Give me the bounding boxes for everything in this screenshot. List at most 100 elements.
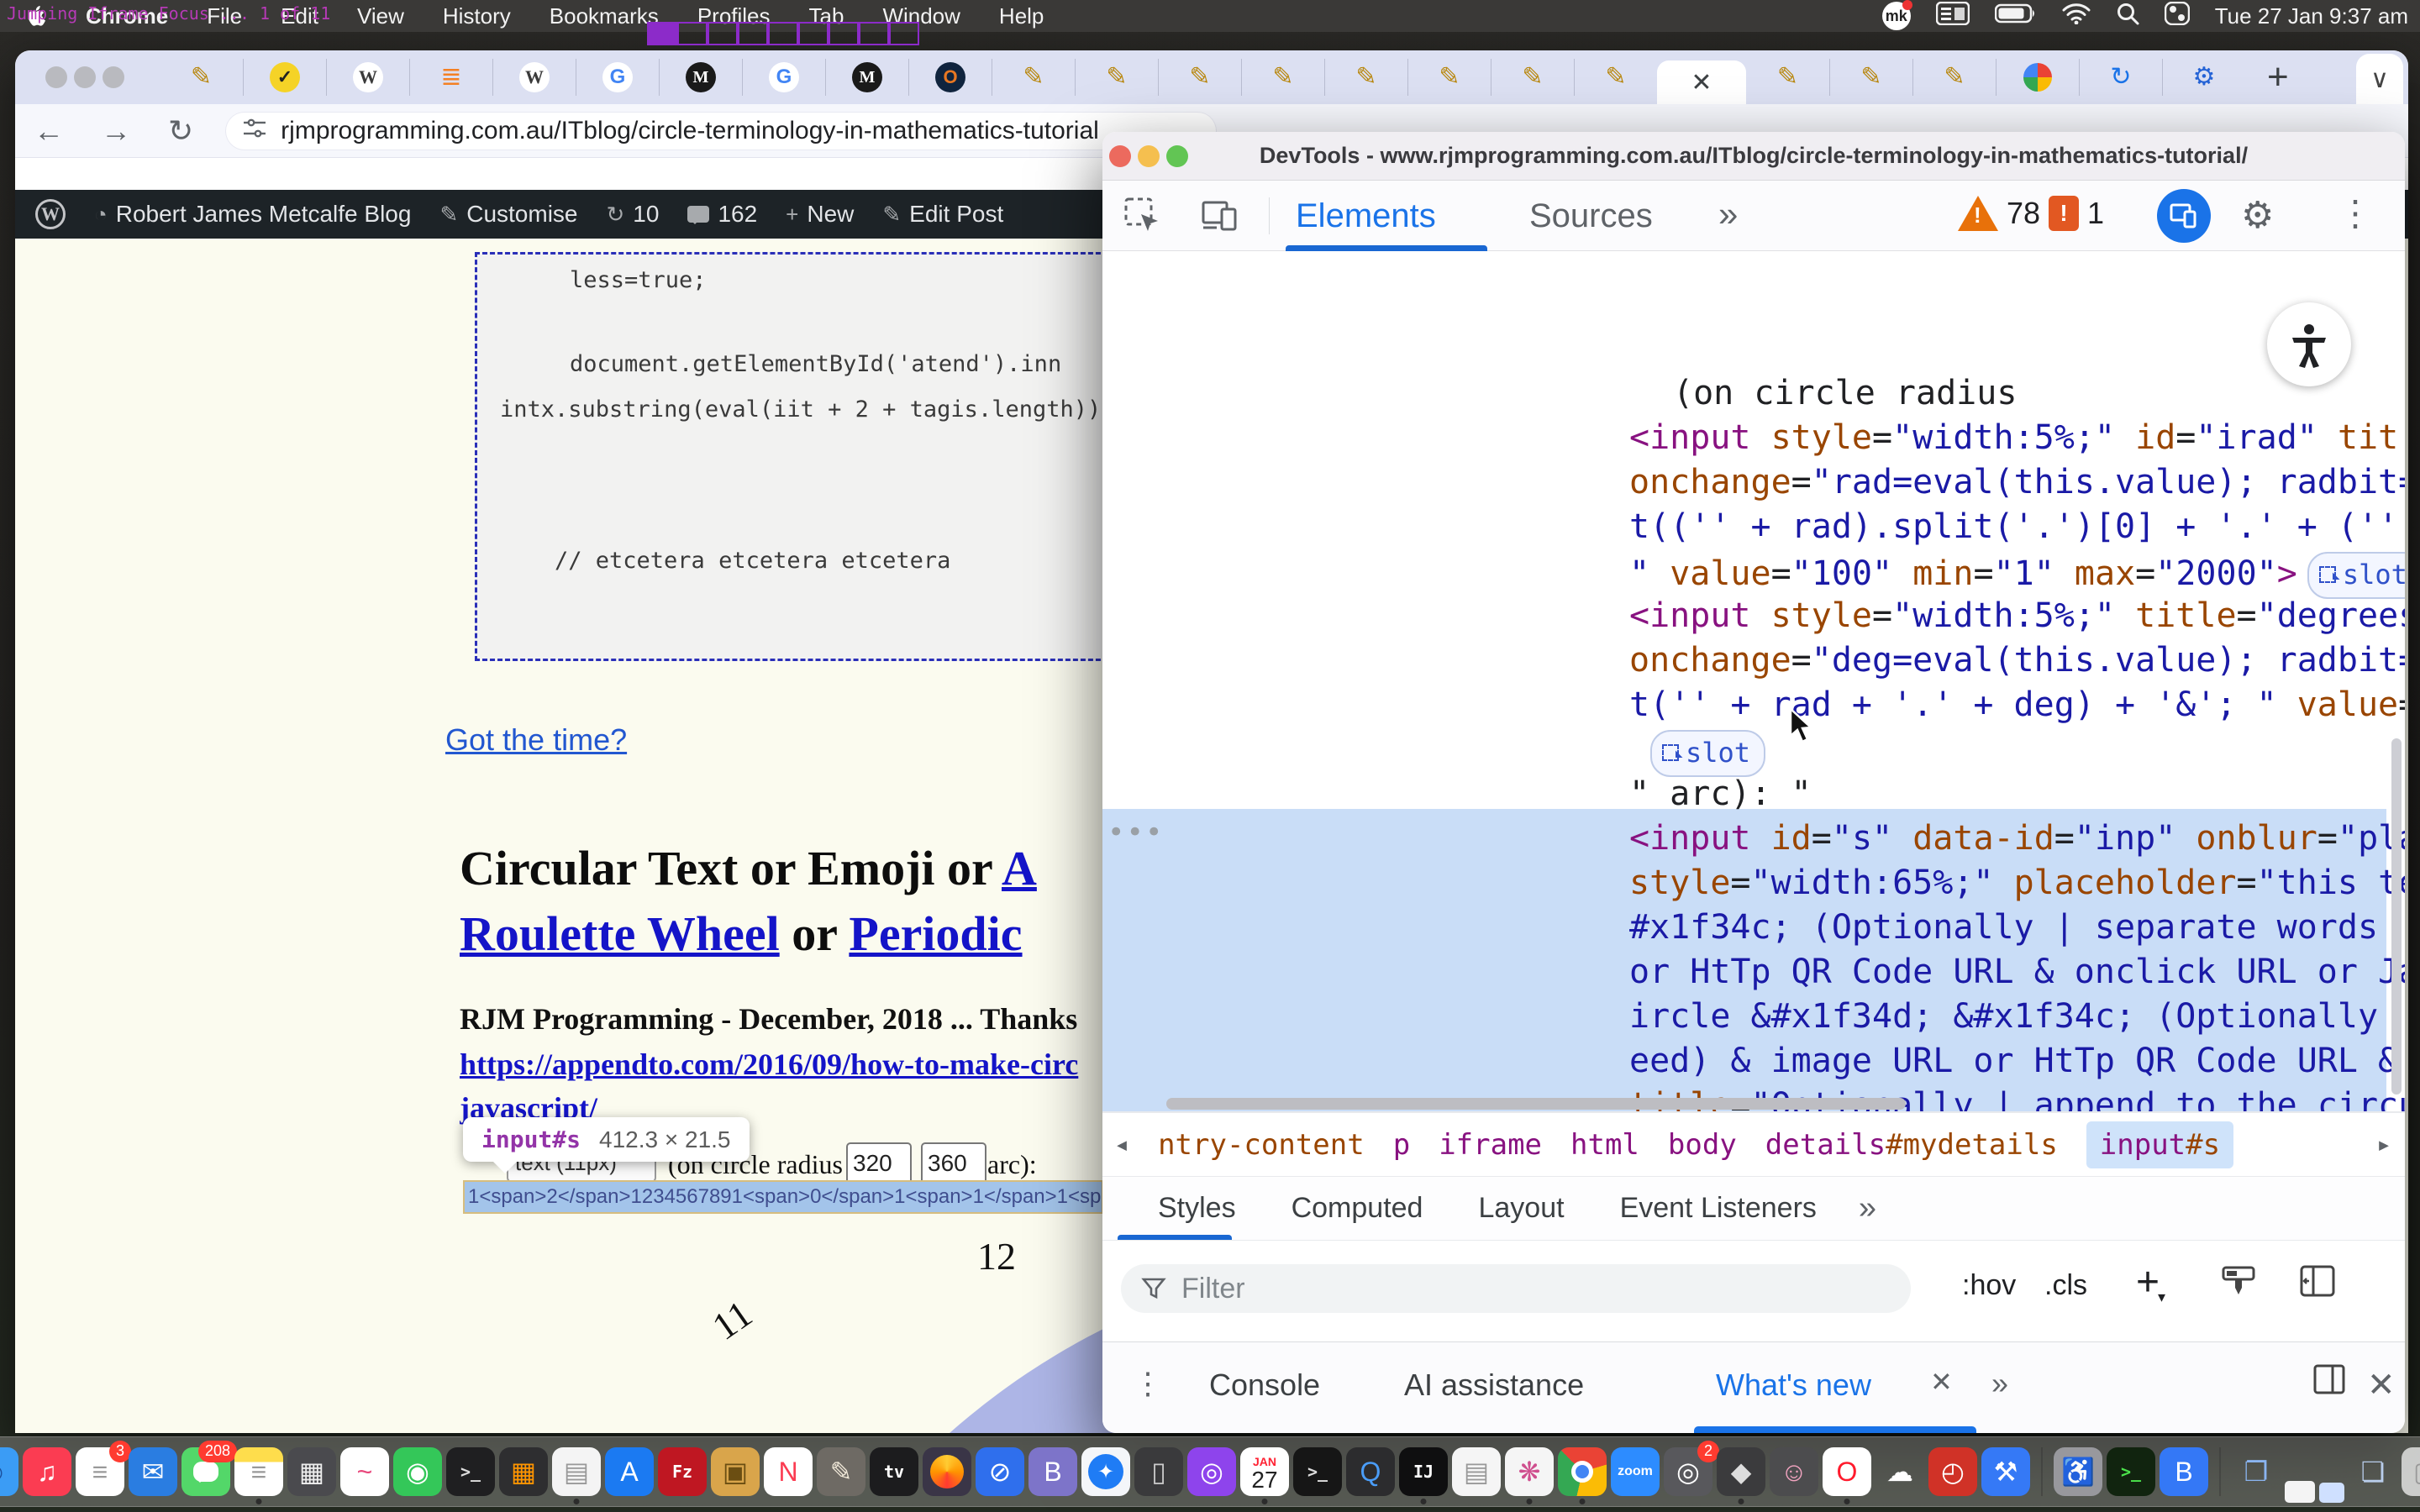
pinned-tab-medium[interactable]: M <box>825 59 908 96</box>
dom-tree-node[interactable]: " arc): " <box>1629 774 1812 813</box>
dock-icon-mini-window-2[interactable] <box>2319 1483 2344 1503</box>
pinned-tab-pencil[interactable]: ✎ <box>1574 59 1657 96</box>
breadcrumb-details#mydetails[interactable]: details#mydetails <box>1765 1128 2058 1162</box>
spotlight-search-icon[interactable] <box>2116 2 2139 31</box>
drawer-menu-icon[interactable]: ⋮ <box>1133 1366 1163 1401</box>
dock-icon-accessibility[interactable]: ♿ <box>2054 1447 2102 1496</box>
dock-icon-podcasts[interactable]: ◎ <box>1187 1447 1236 1496</box>
dom-tree-node[interactable]: " value="100" min="1" max="2000">slot <box>1629 552 2405 599</box>
dom-tree-node[interactable]: t(('' + rad).split('.')[0] + '.' + ('' <box>1629 507 2398 546</box>
dock-icon-terminal-green[interactable]: >_ <box>2107 1447 2155 1496</box>
menu-bar-clock[interactable]: Tue 27 Jan 9:37 am <box>2215 3 2408 29</box>
pinned-tab-pencil[interactable]: ✎ <box>1407 59 1491 96</box>
styles-tab-styles[interactable]: Styles <box>1158 1192 1236 1225</box>
periodic-link[interactable]: Periodic <box>849 906 1022 961</box>
edit-post-button[interactable]: ✎Edit Post <box>874 190 1012 239</box>
site-settings-icon[interactable] <box>242 116 267 145</box>
dock-icon-mail[interactable]: ✉ <box>129 1447 177 1496</box>
console-summary[interactable]: 78 ! 1 <box>1958 196 2104 231</box>
dock-icon-bbedit[interactable]: B <box>1028 1447 1077 1496</box>
dock-side-icon[interactable] <box>2312 1362 2346 1404</box>
dock-icon-launchpad[interactable]: ▦ <box>287 1447 336 1496</box>
class-toggle-button[interactable]: .cls <box>2044 1269 2087 1302</box>
dock-icon-folder-apps[interactable]: ❐ <box>2232 1447 2281 1496</box>
menu-item-history[interactable]: History <box>443 3 511 29</box>
dock-icon-downloads[interactable]: ❏ <box>2349 1447 2397 1496</box>
tab-search-chevron[interactable]: ∨ <box>2356 54 2403 104</box>
dock-icon-pig[interactable]: ☺ <box>1770 1447 1818 1496</box>
url-text[interactable]: rjmprogramming.com.au/ITblog/circle-term… <box>281 117 1099 145</box>
got-the-time-link[interactable]: Got the time? <box>445 722 627 758</box>
dock-icon-chrome[interactable] <box>1558 1447 1607 1496</box>
radius-input-2[interactable]: 360 <box>921 1142 986 1184</box>
dock-icon-apple-tv[interactable]: tv <box>870 1447 918 1496</box>
dock-icon-intellij[interactable]: IJ <box>1399 1447 1448 1496</box>
dom-tree-node[interactable]: (on circle radius <box>1673 374 2017 412</box>
dom-tree-node[interactable]: style="width:65%;" placeholder="this te <box>1629 864 2405 902</box>
dom-tree-node[interactable]: eed) & image URL or HtTp QR Code URL & <box>1629 1042 2398 1080</box>
pinned-tab-gear[interactable]: ⚙ <box>2162 59 2245 96</box>
dock-icon-white-app[interactable]: ☁ <box>1876 1447 1924 1496</box>
breadcrumb-scroll-left[interactable]: ◂ <box>1114 1130 1129 1159</box>
new-style-rule-button[interactable]: + <box>2136 1259 2167 1305</box>
dom-tree-node[interactable]: or HtTp QR Code URL & onclick URL or Ja <box>1629 953 2405 991</box>
menu-item-help[interactable]: Help <box>999 3 1044 29</box>
dock-icon-keychain[interactable]: ▣ <box>711 1447 760 1496</box>
more-panels-chevron[interactable]: » <box>1718 194 1738 234</box>
dock-icon-trash[interactable]: ▢ <box>2402 1447 2420 1496</box>
accessibility-overlay-button[interactable] <box>2267 302 2351 386</box>
vertical-scrollbar[interactable] <box>2391 738 2402 1095</box>
dock-icon-bluetooth[interactable]: B <box>2160 1447 2208 1496</box>
dock-icon-mini-window-1[interactable] <box>2285 1481 2315 1503</box>
dock-icon-quicktime[interactable]: Q <box>1346 1447 1395 1496</box>
dom-tree-node[interactable]: onchange="rad=eval(this.value); radbit= <box>1629 463 2405 501</box>
breadcrumb-input#s[interactable]: input#s <box>2086 1121 2233 1168</box>
dock-icon-news[interactable]: N <box>764 1447 813 1496</box>
dock-icon-health-wave[interactable]: ~ <box>340 1447 389 1496</box>
dock-icon-facetime[interactable]: ◉ <box>393 1447 442 1496</box>
drawer-tab-ai-assistance[interactable]: AI assistance <box>1404 1368 1584 1403</box>
breadcrumb-ntry-content[interactable]: ntry-content <box>1158 1128 1365 1162</box>
dock-icon-zoom[interactable]: zoom <box>1611 1447 1660 1496</box>
close-whats-new-icon[interactable]: ✕ <box>1930 1366 1953 1398</box>
battery-icon[interactable] <box>1995 3 2037 30</box>
pinned-tab-pencil[interactable]: ✎ <box>1241 59 1324 96</box>
dock-icon-firefox[interactable] <box>923 1447 971 1496</box>
dock-icon-safari[interactable]: ✦ <box>1081 1447 1130 1496</box>
dom-tree-node[interactable]: ircle &#x1f34d; &#x1f34c; (Optionally <box>1629 997 2378 1036</box>
dom-tree-node[interactable]: t('' + rad + '.' + deg) + '&'; " value= <box>1629 685 2405 724</box>
slot-badge[interactable]: slot <box>1650 730 1765 777</box>
wp-logo[interactable]: W <box>27 190 74 239</box>
dock-icon-calendar[interactable]: JAN27 <box>1240 1447 1289 1496</box>
inspected-text-input[interactable]: 1<span>2</span>1234567891<span>0</span>1… <box>463 1180 1103 1214</box>
pinned-tab-history[interactable]: ↻ <box>2079 59 2162 96</box>
settings-gear-icon[interactable]: ⚙ <box>2241 194 2274 237</box>
dock-icon-xcode[interactable]: ⚒ <box>1981 1447 2030 1496</box>
pinned-tab-opera-o[interactable]: O <box>908 59 992 96</box>
window-controls[interactable] <box>15 66 160 88</box>
control-center-icon[interactable] <box>2165 2 2190 31</box>
appendto-link[interactable]: https://appendto.com/2016/09/how-to-make… <box>460 1047 1078 1081</box>
hidden-children-ellipsis[interactable]: ••• <box>1107 816 1164 849</box>
pinned-tab-pencil[interactable]: ✎ <box>1324 59 1407 96</box>
pinned-tab-pencil[interactable]: ✎ <box>1829 59 1912 96</box>
dock-icon-opera[interactable]: O <box>1823 1447 1871 1496</box>
styles-filter-input[interactable]: Filter <box>1121 1264 1911 1313</box>
breadcrumb-html[interactable]: html <box>1570 1128 1639 1162</box>
pinned-tab-colors[interactable] <box>1996 59 2079 96</box>
device-mode-button[interactable] <box>2157 189 2211 243</box>
pinned-tab-google[interactable]: G <box>576 59 659 96</box>
dom-tree-node[interactable]: onchange="deg=eval(this.value); radbit= <box>1629 641 2405 680</box>
breadcrumb-body[interactable]: body <box>1668 1128 1737 1162</box>
devtools-titlebar[interactable]: DevTools - www.rjmprogramming.com.au/ITb… <box>1102 132 2405 181</box>
dock-icon-finder[interactable]: ☺ <box>0 1447 18 1496</box>
new-tab-button[interactable]: + <box>2245 56 2311 98</box>
title-link-a[interactable]: A <box>1002 841 1037 895</box>
dom-tree-node[interactable]: <input id="s" data-id="inp" onblur="pla <box>1629 819 2405 858</box>
omnibox[interactable]: rjmprogramming.com.au/ITblog/circle-term… <box>225 112 1217 150</box>
pinned-tab-medium[interactable]: M <box>659 59 742 96</box>
pinned-tab-pencil[interactable]: ✎ <box>1075 59 1158 96</box>
device-toolbar-icon[interactable] <box>1202 197 1240 239</box>
devtools-menu-icon[interactable]: ⋮ <box>2338 192 2373 234</box>
pinned-tab-pencil[interactable]: ✎ <box>160 59 243 96</box>
